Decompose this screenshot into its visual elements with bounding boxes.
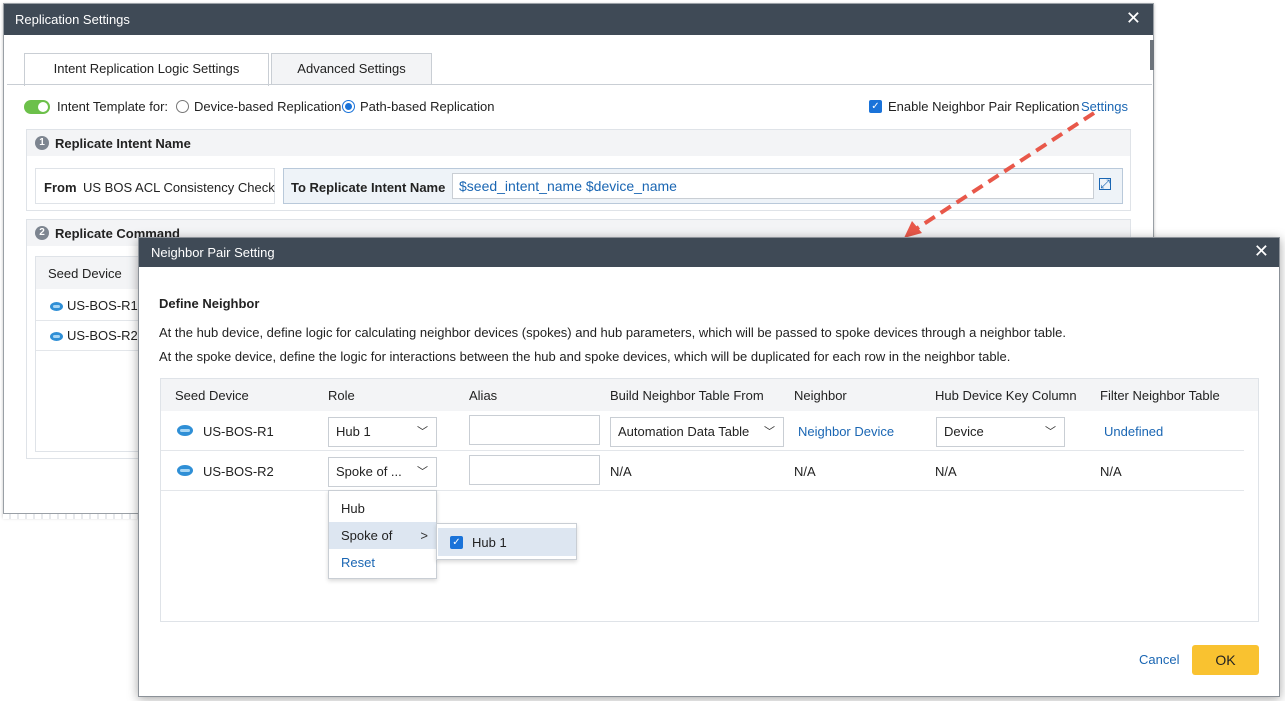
chevron-down-icon: ﹀ — [417, 466, 428, 478]
neighbor-value: N/A — [794, 464, 816, 479]
menu-item-hub[interactable]: Hub — [329, 495, 436, 522]
template-options-row: Intent Template for: Device-based Replic… — [24, 97, 1134, 117]
neighbor-table-header: Seed Device Role Alias Build Neighbor Ta… — [161, 379, 1258, 411]
replicate-intent-name-input[interactable]: $seed_intent_name $device_name — [452, 173, 1094, 199]
menu-item-spoke-of[interactable]: Spoke of > — [329, 522, 436, 549]
intent-template-toggle[interactable] — [24, 100, 50, 114]
build-from-value: Automation Data Table — [618, 424, 750, 439]
role-select[interactable]: Hub 1 ﹀ — [328, 417, 437, 447]
section-number: 2 — [35, 226, 49, 240]
section-title: Replicate Intent Name — [55, 136, 191, 151]
settings-link[interactable]: Settings — [1081, 99, 1128, 114]
to-box: To Replicate Intent Name $seed_intent_na… — [283, 168, 1123, 204]
from-value: US BOS ACL Consistency Check — [83, 180, 275, 195]
chevron-down-icon: ﹀ — [417, 426, 428, 438]
hub-key-value: N/A — [935, 464, 957, 479]
device-based-radio[interactable] — [176, 100, 189, 113]
seed-device-name: US-BOS-R1 — [203, 424, 274, 439]
device-router-icon — [177, 465, 193, 476]
from-label: From — [44, 180, 77, 195]
checkbox-checked-icon[interactable]: ✓ — [450, 536, 463, 549]
device-router-icon — [177, 425, 193, 436]
submenu-item-hub-1[interactable]: ✓ Hub 1 — [438, 528, 576, 556]
section-number: 1 — [35, 136, 49, 150]
tab-label: Advanced Settings — [297, 61, 406, 76]
column-header: Hub Device Key Column — [935, 388, 1077, 403]
dialog-titlebar: Neighbor Pair Setting ✕ — [139, 238, 1279, 267]
replication-settings-titlebar: Replication Settings ✕ — [4, 4, 1153, 35]
menu-item-reset[interactable]: Reset — [329, 549, 436, 576]
build-from-select[interactable]: Automation Data Table ﹀ — [610, 417, 784, 447]
filter-value: N/A — [1100, 464, 1122, 479]
filter-neighbor-link[interactable]: Undefined — [1104, 424, 1163, 439]
enable-neighbor-pair-label: Enable Neighbor Pair Replication — [888, 99, 1080, 114]
tab-intent-replication-logic[interactable]: Intent Replication Logic Settings — [24, 53, 269, 86]
description-spoke: At the spoke device, define the logic fo… — [159, 349, 1011, 364]
device-router-icon — [50, 332, 63, 341]
replicate-intent-name-section: 1 Replicate Intent Name From US BOS ACL … — [26, 129, 1131, 211]
chevron-down-icon: ﹀ — [1045, 426, 1056, 438]
menu-item-label: Reset — [341, 555, 375, 570]
neighbor-device-link[interactable]: Neighbor Device — [798, 424, 894, 439]
expand-icon[interactable]: ⤢ — [1099, 178, 1111, 190]
table-row: US-BOS-R2 Spoke of ... ﹀ N/A N/A N/A N/A — [161, 451, 1244, 491]
column-header: Seed Device — [175, 388, 249, 403]
to-label: To Replicate Intent Name — [291, 180, 446, 195]
menu-item-label: Spoke of — [341, 528, 393, 543]
seed-device-name: US-BOS-R2 — [203, 464, 274, 479]
neighbor-table: Seed Device Role Alias Build Neighbor Ta… — [160, 378, 1259, 622]
description-hub: At the hub device, define logic for calc… — [159, 325, 1066, 340]
dialog-title: Neighbor Pair Setting — [151, 245, 275, 260]
path-based-radio[interactable] — [342, 100, 355, 113]
tab-advanced-settings[interactable]: Advanced Settings — [271, 53, 432, 85]
column-header: Alias — [469, 388, 498, 403]
path-based-label: Path-based Replication — [360, 99, 495, 114]
window-title: Replication Settings — [15, 12, 130, 27]
role-select[interactable]: Spoke of ... ﹀ — [328, 457, 437, 487]
device-router-icon — [50, 302, 63, 311]
section-header: 1 Replicate Intent Name — [27, 130, 1130, 156]
menu-item-label: Hub — [341, 501, 365, 516]
column-header: Build Neighbor Table From — [610, 388, 764, 403]
tab-label: Intent Replication Logic Settings — [53, 61, 240, 76]
device-based-label: Device-based Replication — [194, 99, 342, 114]
role-dropdown-menu: Hub Spoke of > Reset — [328, 490, 437, 579]
chevron-down-icon: ﹀ — [764, 426, 775, 438]
column-header: Neighbor — [794, 388, 847, 403]
column-header: Filter Neighbor Table — [1100, 388, 1220, 403]
scrollbar[interactable] — [1150, 40, 1154, 70]
spoke-of-submenu: ✓ Hub 1 — [436, 523, 577, 560]
from-box: From US BOS ACL Consistency Check — [35, 168, 275, 204]
hub-key-value: Device — [944, 424, 984, 439]
submenu-item-label: Hub 1 — [472, 535, 507, 550]
seed-device-header-label: Seed Device — [48, 266, 122, 281]
close-icon[interactable]: ✕ — [1126, 9, 1141, 27]
ok-button[interactable]: OK — [1192, 645, 1259, 675]
column-header: Role — [328, 388, 355, 403]
tab-divider — [7, 84, 1152, 85]
hub-key-select[interactable]: Device ﹀ — [936, 417, 1065, 447]
alias-input[interactable] — [469, 455, 600, 485]
role-value: Spoke of ... — [336, 464, 402, 479]
define-neighbor-title: Define Neighbor — [159, 296, 260, 311]
cancel-button[interactable]: Cancel — [1139, 652, 1179, 667]
build-from-value: N/A — [610, 464, 632, 479]
close-icon[interactable]: ✕ — [1254, 242, 1269, 260]
table-row: US-BOS-R1 Hub 1 ﹀ Automation Data Table … — [161, 411, 1244, 451]
checkbox-checked-icon[interactable]: ✓ — [869, 100, 882, 113]
intent-template-label: Intent Template for: — [57, 99, 169, 114]
role-value: Hub 1 — [336, 424, 371, 439]
alias-input[interactable] — [469, 415, 600, 445]
chevron-right-icon: > — [420, 528, 428, 543]
neighbor-pair-setting-dialog: Neighbor Pair Setting ✕ Define Neighbor … — [138, 237, 1280, 697]
